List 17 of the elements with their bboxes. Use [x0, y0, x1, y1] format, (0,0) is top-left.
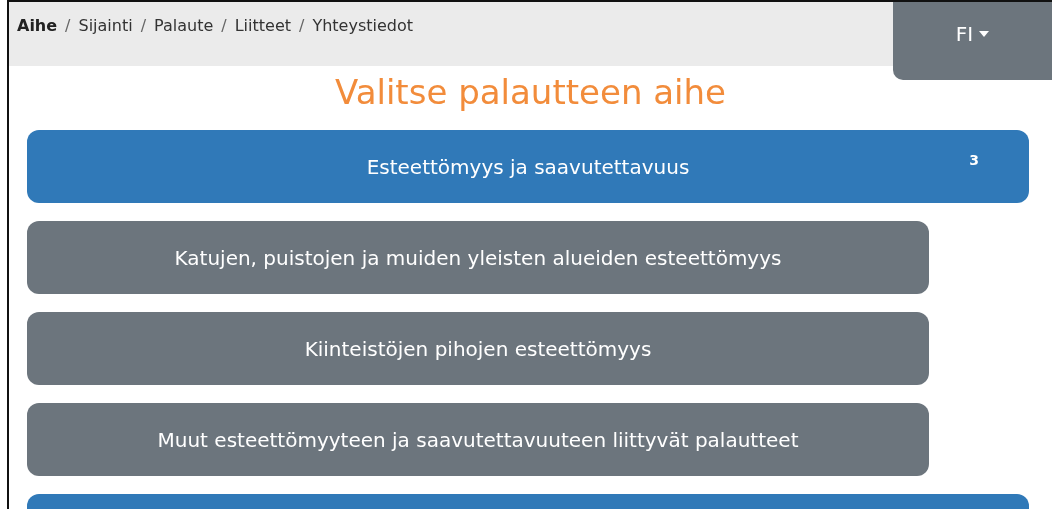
- breadcrumb-link[interactable]: Liitteet: [234, 16, 291, 35]
- breadcrumb-separator: /: [65, 16, 71, 35]
- topic-button[interactable]: Katujen, puistojen ja muiden yleisten alueiden esteettömyys: [27, 221, 929, 294]
- topic-button[interactable]: Muut esteettömyyteen ja saavutettavuuteen liittyvät palautteet: [27, 403, 929, 476]
- page-title: Valitse palautteen aihe: [334, 72, 727, 112]
- breadcrumb-link[interactable]: Aihe: [17, 16, 58, 35]
- caret-icon: [979, 31, 990, 37]
- breadcrumb-link[interactable]: Palaute: [154, 16, 214, 35]
- breadcrumb-separator: /: [140, 16, 147, 35]
- language-button[interactable]: FI: [893, 2, 1052, 80]
- breadcrumb-link[interactable]: Sijainti: [78, 16, 133, 35]
- breadcrumb-separator: /: [221, 16, 227, 35]
- breadcrumb-separator: /: [299, 16, 305, 35]
- category-button[interactable]: Esteettömyys ja saavutettavuus 3: [27, 130, 1029, 203]
- breadcrumb-link[interactable]: Yhteystiedot: [312, 16, 413, 35]
- item-count: 3: [969, 152, 979, 168]
- topic-button[interactable]: Kiinteistöjen pihojen esteettömyys: [27, 312, 929, 385]
